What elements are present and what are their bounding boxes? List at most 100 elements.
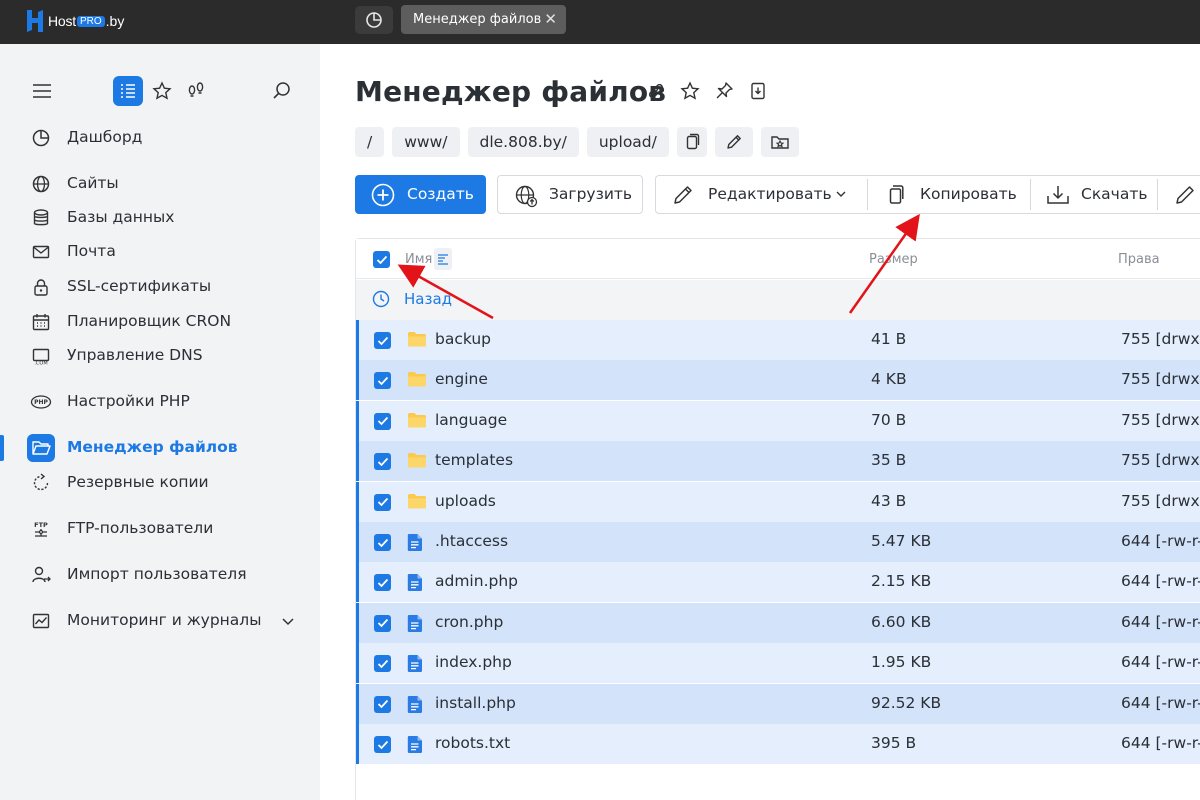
row-checkbox[interactable] <box>374 332 391 349</box>
file-name[interactable]: robots.txt <box>435 734 510 752</box>
sidebar-item-ftp[interactable]: FTP FTP-пользователи <box>0 514 320 544</box>
row-checkbox[interactable] <box>374 736 391 753</box>
sidebar-item-dashboard[interactable]: Дашборд <box>0 123 320 153</box>
file-name[interactable]: uploads <box>435 492 496 510</box>
column-size-header[interactable]: Размер <box>869 252 918 267</box>
sidebar-item-databases[interactable]: Базы данных <box>0 203 320 233</box>
row-checkbox[interactable] <box>374 372 391 390</box>
table-row[interactable]: templates 35 B 755 [drwxr <box>356 441 1200 482</box>
sidebar-item-ssl[interactable]: SSL-сертификаты <box>0 272 320 302</box>
file-name[interactable]: admin.php <box>435 572 518 590</box>
create-button[interactable]: Создать <box>355 175 486 214</box>
folder-icon <box>27 434 55 462</box>
dns-icon: .COM <box>30 345 52 367</box>
column-perms-header[interactable]: Права <box>1118 252 1160 267</box>
breadcrumb-www[interactable]: www/ <box>392 127 460 157</box>
sidebar-item-label: Планировщик CRON <box>67 312 232 330</box>
breadcrumb-upload[interactable]: upload/ <box>586 127 669 157</box>
file-name[interactable]: templates <box>435 451 513 469</box>
table-row[interactable]: install.php 92.52 KB 644 [-rw-r-- <box>356 683 1200 724</box>
sidebar-item-php[interactable]: PHP Настройки PHP <box>0 387 320 417</box>
file-name[interactable]: engine <box>435 370 488 388</box>
chevron-down-icon[interactable] <box>280 613 296 633</box>
file-icon <box>407 735 423 758</box>
row-checkbox[interactable] <box>374 453 391 471</box>
table-row[interactable]: backup 41 B 755 [drwxr <box>356 320 1200 360</box>
row-checkbox[interactable] <box>374 493 391 511</box>
table-row[interactable]: .htaccess 5.47 KB 644 [-rw-r-- <box>356 522 1200 562</box>
close-icon[interactable]: ✕ <box>544 10 557 28</box>
file-size: 43 B <box>871 491 907 510</box>
hostpro-logo[interactable]: Host PRO .by <box>24 7 124 35</box>
select-all-checkbox[interactable] <box>373 251 390 268</box>
table-row[interactable]: index.php 1.95 KB 644 [-rw-r-- <box>356 643 1200 684</box>
file-name[interactable]: .htaccess <box>435 532 508 550</box>
calendar-icon <box>30 311 52 333</box>
rename-button[interactable] <box>1158 176 1198 213</box>
sidebar-item-label: Настройки PHP <box>67 392 190 410</box>
tab-file-manager[interactable]: Менеджер файлов ✕ <box>401 5 566 34</box>
file-permissions: 755 [drwxr <box>1121 451 1200 470</box>
dashboard-tab-button[interactable] <box>355 6 393 34</box>
sidebar-item-sites[interactable]: Сайты <box>0 169 320 199</box>
favorite-path-button[interactable] <box>760 127 799 157</box>
logo-pro-badge: PRO <box>77 15 105 27</box>
plus-circle-icon <box>371 183 395 211</box>
svg-text:PHP: PHP <box>34 399 48 406</box>
pin-icon[interactable] <box>713 80 735 102</box>
upload-button[interactable]: Загрузить <box>497 175 643 214</box>
file-name[interactable]: backup <box>435 330 491 348</box>
row-checkbox[interactable] <box>374 574 391 592</box>
row-checkbox[interactable] <box>374 695 391 713</box>
sidebar-item-cron[interactable]: Планировщик CRON <box>0 307 320 337</box>
sort-icon[interactable] <box>434 248 452 270</box>
download-note-icon[interactable] <box>747 80 769 102</box>
link-icon[interactable] <box>645 80 667 102</box>
row-checkbox[interactable] <box>374 412 391 430</box>
sidebar-item-label: Сайты <box>67 174 119 192</box>
hamburger-icon[interactable] <box>30 76 54 106</box>
list-view-icon[interactable] <box>113 76 143 106</box>
mail-icon <box>30 241 52 263</box>
breadcrumb-domain[interactable]: dle.808.by/ <box>467 127 579 157</box>
row-checkbox[interactable] <box>374 534 391 551</box>
file-name[interactable]: cron.php <box>435 613 503 631</box>
table-row[interactable]: cron.php 6.60 KB 644 [-rw-r-- <box>356 602 1200 643</box>
edit-path-button[interactable] <box>714 127 753 157</box>
column-name-header[interactable]: Имя <box>405 252 432 267</box>
table-row[interactable]: robots.txt 395 B 644 [-rw-r-- <box>356 724 1200 764</box>
file-table: Имя Размер Права Назад backup 41 B 755 [dr… <box>355 238 1200 800</box>
sidebar-item-label: Менеджер файлов <box>67 438 238 456</box>
file-name[interactable]: index.php <box>435 653 512 671</box>
copy-path-button[interactable] <box>676 127 707 157</box>
star-icon[interactable] <box>679 80 701 102</box>
folder-icon <box>407 452 427 472</box>
sidebar-item-mail[interactable]: Почта <box>0 237 320 267</box>
sidebar-item-backups[interactable]: Резервные копии <box>0 468 320 498</box>
table-row[interactable]: uploads 43 B 755 [drwxr <box>356 481 1200 522</box>
file-name[interactable]: install.php <box>435 694 516 712</box>
table-row[interactable]: engine 4 KB 755 [drwxr <box>356 360 1200 401</box>
back-row[interactable]: Назад <box>356 280 1200 320</box>
row-checkbox[interactable] <box>374 614 391 632</box>
svg-text:FTP: FTP <box>34 521 48 529</box>
edit-dropdown-button[interactable]: Редактировать <box>656 176 867 213</box>
sidebar-item-file-manager[interactable]: Менеджер файлов <box>0 433 320 463</box>
table-row[interactable]: admin.php 2.15 KB 644 [-rw-r-- <box>356 562 1200 603</box>
sidebar-item-dns[interactable]: .COM Управление DNS <box>0 341 320 371</box>
sidebar-item-import-user[interactable]: Импорт пользователя <box>0 560 320 590</box>
file-size: 6.60 KB <box>871 612 932 631</box>
search-icon[interactable] <box>270 76 294 106</box>
file-size: 41 B <box>871 330 907 348</box>
file-size: 4 KB <box>871 370 907 389</box>
download-button[interactable]: Скачать <box>1031 176 1157 213</box>
sidebar-item-monitoring[interactable]: Мониторинг и журналы <box>0 606 320 636</box>
footprints-icon[interactable] <box>184 76 208 106</box>
copy-button[interactable]: Копировать <box>868 176 1030 213</box>
file-name[interactable]: language <box>435 411 507 429</box>
row-checkbox[interactable] <box>374 655 391 673</box>
breadcrumb-root[interactable]: / <box>355 127 385 157</box>
file-permissions: 755 [drwxr <box>1121 410 1200 429</box>
table-row[interactable]: language 70 B 755 [drwxr <box>356 400 1200 441</box>
favorites-star-icon[interactable] <box>150 76 174 106</box>
